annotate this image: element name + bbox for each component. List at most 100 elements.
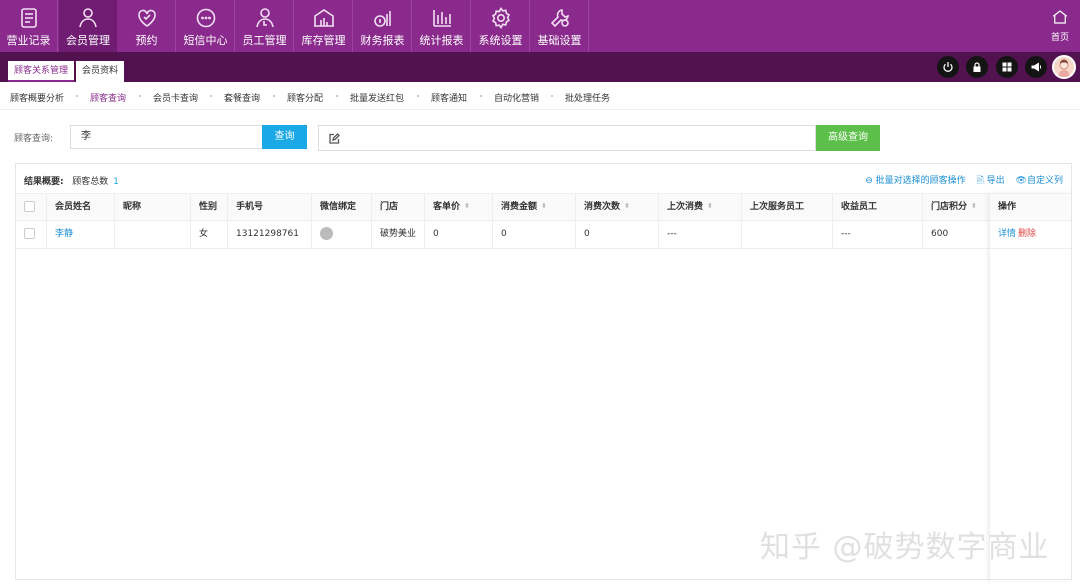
submenu-separator (417, 95, 419, 97)
row-checkbox[interactable] (24, 228, 35, 239)
export-link[interactable]: 🗎 导出 (977, 176, 1005, 186)
cell-gender: 女 (190, 221, 227, 248)
cell-wechat (311, 221, 371, 248)
nav-label: 基础设置 (537, 34, 582, 47)
column-header: 手机号 (227, 194, 311, 221)
advanced-query-input[interactable] (318, 125, 816, 151)
column-header: 微信绑定 (311, 194, 371, 221)
cell-nickname (114, 221, 190, 248)
submenu-separator (76, 95, 78, 97)
user-icon (76, 6, 100, 30)
column-header-sortable[interactable]: 消费次数 ⬍ (575, 194, 658, 221)
home-button[interactable]: 首页 (1040, 0, 1080, 52)
submenu-customer-notice[interactable]: 顾客通知 (431, 91, 467, 104)
submenu-separator (139, 95, 141, 97)
column-header: 收益员工 (832, 194, 922, 221)
nav-label: 短信中心 (183, 34, 228, 47)
nav-item-basic-settings[interactable]: 基础设置 (531, 0, 589, 52)
submenu-separator (336, 95, 338, 97)
avatar[interactable] (1052, 55, 1076, 79)
summary-label: 结果概要: (24, 177, 64, 187)
chat-icon (194, 6, 218, 30)
sub-menu: 顾客概要分析 顾客查询 会员卡查询 套餐查询 顾客分配 批量发送红包 顾客通知 … (0, 82, 1080, 110)
custom-columns-label: 自定义列 (1026, 176, 1063, 186)
nav-item-finance-report[interactable]: 财务报表 (354, 0, 412, 52)
export-label: 导出 (986, 176, 1005, 186)
submenu-customer-assign[interactable]: 顾客分配 (287, 91, 323, 104)
submenu-card-query[interactable]: 会员卡查询 (153, 91, 198, 104)
submenu-batch-task[interactable]: 批处理任务 (565, 91, 610, 104)
announcement-button[interactable] (1025, 56, 1047, 78)
result-summary: 结果概要: 顾客总数 1 (24, 174, 119, 187)
warehouse-icon (312, 6, 336, 30)
nav-item-sales-records[interactable]: 营业记录 (0, 0, 58, 52)
column-header-label: 客单价 (433, 202, 461, 212)
document-icon (17, 6, 41, 30)
cell-last-staff (741, 221, 832, 248)
column-header-sortable[interactable]: 消费金额 ⬍ (492, 194, 575, 221)
submenu-package-query[interactable]: 套餐查询 (224, 91, 260, 104)
search-label: 顾客查询: (14, 134, 54, 144)
column-header: 昵称 (114, 194, 190, 221)
submenu-separator (210, 95, 212, 97)
column-header-label: 消费次数 (584, 202, 621, 212)
home-icon (1052, 10, 1068, 24)
nav-item-statistics-report[interactable]: 统计报表 (413, 0, 471, 52)
submenu-auto-marketing[interactable]: 自动化营销 (494, 91, 539, 104)
nav-item-staff-management[interactable]: 员工管理 (236, 0, 294, 52)
advanced-query-button[interactable]: 高级查询 (816, 125, 880, 151)
header-select-all[interactable] (16, 194, 46, 221)
total-label: 顾客总数 (72, 177, 109, 187)
bar-chart-icon (430, 6, 454, 30)
sort-icon: ⬍ (464, 202, 470, 210)
tab-customer-relationship[interactable]: 顾客关系管理 (8, 61, 75, 82)
secondary-bar: 顾客关系管理 会员资料 (0, 52, 1080, 82)
submenu-customer-overview[interactable]: 顾客概要分析 (10, 91, 64, 104)
watermark: 知乎 @破势数字商业 (760, 530, 1050, 565)
customer-search-input[interactable]: 李 (70, 125, 262, 149)
submenu-separator (551, 95, 553, 97)
member-name-link[interactable]: 李静 (46, 221, 114, 248)
nav-item-appointment[interactable]: 预约 (118, 0, 176, 52)
nav-label: 库存管理 (301, 34, 346, 47)
row-select[interactable] (16, 221, 46, 248)
table-row: 李静 女 13121298761 破势美业 0 0 0 --- --- 600 … (16, 221, 1071, 249)
cell-phone: 13121298761 (227, 221, 311, 248)
column-header-sortable[interactable]: 门店积分 ⬍ (922, 194, 989, 221)
nav-label: 员工管理 (242, 34, 287, 47)
column-header-sortable[interactable]: 上次消费 ⬍ (658, 194, 741, 221)
select-all-checkbox[interactable] (24, 201, 35, 212)
heart-icon (135, 6, 159, 30)
cell-earning-staff: --- (832, 221, 922, 248)
tab-member-profile[interactable]: 会员资料 (76, 61, 125, 82)
eye-icon: 👁 (1015, 176, 1027, 186)
power-button[interactable] (937, 56, 959, 78)
custom-columns-link[interactable]: 👁自定义列 (1016, 176, 1063, 186)
nav-item-member-management[interactable]: 会员管理 (59, 0, 117, 52)
nav-label: 营业记录 (6, 34, 51, 47)
cell-points: 600 (922, 221, 989, 248)
query-button[interactable]: 查询 (262, 125, 307, 149)
batch-operation-link[interactable]: ⊖ 批量对选择的顾客操作 (865, 176, 965, 186)
nav-label: 会员管理 (66, 34, 110, 47)
submenu-separator (273, 95, 275, 97)
column-header-label: 消费金额 (501, 202, 538, 212)
lock-button[interactable] (966, 56, 988, 78)
nav-item-sms-center[interactable]: 短信中心 (177, 0, 235, 52)
grid-button[interactable] (996, 56, 1018, 78)
column-header-label: 门店积分 (931, 202, 968, 212)
column-header-sortable[interactable]: 客单价 ⬍ (424, 194, 492, 221)
lock-icon (973, 62, 981, 72)
nav-label: 统计报表 (419, 34, 464, 47)
home-label: 首页 (1050, 33, 1069, 43)
submenu-batch-red-packet[interactable]: 批量发送红包 (350, 91, 404, 104)
nav-label: 系统设置 (478, 34, 523, 47)
grid-icon (1002, 62, 1012, 72)
column-header: 门店 (371, 194, 424, 221)
nav-item-system-settings[interactable]: 系统设置 (472, 0, 530, 52)
total-count: 1 (113, 177, 119, 187)
submenu-customer-query[interactable]: 顾客查询 (90, 91, 126, 104)
batch-operation-label: 批量对选择的顾客操作 (875, 176, 966, 186)
nav-label: 预约 (135, 34, 158, 47)
nav-item-inventory[interactable]: 库存管理 (295, 0, 353, 52)
